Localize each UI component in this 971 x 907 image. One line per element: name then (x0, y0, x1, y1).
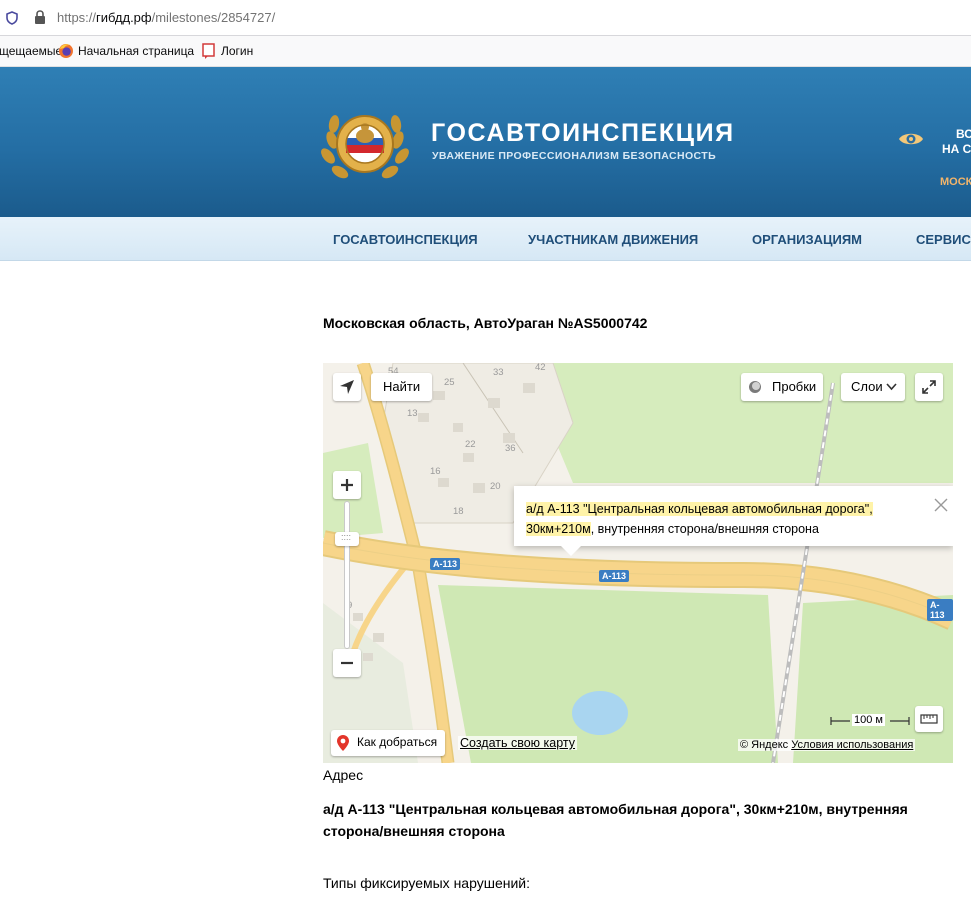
gibdd-emblem-logo[interactable] (318, 100, 412, 192)
create-map-link[interactable]: Создать свою карту (458, 736, 578, 750)
map-pin-icon (337, 735, 349, 751)
balloon-highlight-line1: а/д А-113 "Центральная кольцевая автомоб… (526, 502, 873, 516)
address-value: а/д А-113 "Центральная кольцевая автомоб… (323, 801, 908, 839)
firefox-icon (59, 44, 73, 58)
zoom-track[interactable] (344, 501, 350, 649)
layers-button[interactable]: Слои (841, 373, 905, 401)
balloon-rest-text: , внутренняя сторона/внешняя сторона (590, 522, 819, 536)
house-number: 42 (535, 363, 546, 373)
bookmarks-toolbar: щещаемые Начальная страница Логин (0, 36, 971, 67)
geolocation-button[interactable] (333, 373, 361, 401)
vision-version-label-1[interactable]: ВС (956, 127, 971, 141)
route-button[interactable]: Как добраться (331, 730, 445, 756)
vision-version-label-2[interactable]: НА С (942, 142, 971, 156)
address-label: Адрес (323, 767, 364, 783)
traffic-light-icon (749, 381, 761, 393)
house-number: 33 (493, 367, 504, 378)
violation-types-label: Типы фиксируемых нарушений: (323, 875, 530, 891)
copyright-text: © Яндекс (740, 739, 789, 751)
balloon-text: а/д А-113 "Центральная кольцевая автомоб… (526, 499, 906, 539)
ruler-icon (920, 714, 938, 724)
find-button-label: Найти (383, 379, 421, 394)
brand-subtitle: УВАЖЕНИЕ ПРОФЕССИОНАЛИЗМ БЕЗОПАСНОСТЬ (432, 150, 717, 162)
road-number-badge: A-113 (430, 558, 461, 570)
location-arrow-icon (340, 380, 354, 394)
zoom-out-button[interactable] (333, 649, 361, 677)
ruler-button[interactable] (915, 706, 943, 732)
eye-icon[interactable] (898, 131, 924, 147)
zoom-in-button[interactable] (333, 471, 361, 499)
browser-address-bar[interactable]: https://гибдд.рф/milestones/2854727/ (0, 0, 971, 36)
map-background (323, 363, 953, 763)
tracking-shield-icon[interactable] (6, 11, 18, 25)
map-balloon: а/д А-113 "Центральная кольцевая автомоб… (514, 486, 953, 546)
house-number: 20 (490, 481, 501, 492)
traffic-button-label: Пробки (772, 379, 817, 394)
house-number: 16 (430, 466, 441, 477)
balloon-tail (561, 546, 581, 556)
url-prefix: https:// (57, 10, 97, 25)
brand-title[interactable]: ГОСАВТОИНСПЕКЦИЯ (431, 119, 735, 148)
house-number: 25 (444, 377, 455, 388)
scale-line: 100 м (830, 713, 910, 729)
route-button-label: Как добраться (357, 735, 438, 749)
nav-traffic-participants[interactable]: УЧАСТНИКАМ ДВИЖЕНИЯ (528, 232, 698, 247)
nav-gosavtoinspekciya[interactable]: ГОСАВТОИНСПЕКЦИЯ (333, 232, 478, 247)
expand-icon (922, 380, 936, 394)
plus-icon (341, 479, 353, 491)
zoom-slider-handle[interactable]: :::: (335, 532, 359, 546)
road-number-badge: A-113 (927, 599, 953, 621)
bookmark-page-icon (202, 43, 215, 59)
url-host: гибдд.рф (96, 10, 152, 25)
nav-services[interactable]: СЕРВИСЫ (916, 232, 971, 247)
balloon-highlight-line2: 30км+210м (526, 522, 591, 536)
page-title: Московская область, АвтоУраган №AS500074… (323, 315, 648, 331)
house-number: 18 (453, 506, 464, 517)
house-number: 22 (465, 439, 476, 450)
site-header: ГОСАВТОИНСПЕКЦИЯ УВАЖЕНИЕ ПРОФЕССИОНАЛИЗ… (0, 67, 971, 217)
lock-icon[interactable] (34, 10, 46, 25)
fullscreen-button[interactable] (915, 373, 943, 401)
road-number-badge: A-113 (599, 570, 630, 582)
url-text[interactable]: https://гибдд.рф/milestones/2854727/ (57, 10, 275, 25)
grip-icon: :::: (341, 532, 352, 542)
terms-link[interactable]: Условия использования (791, 739, 913, 751)
url-path: /milestones/2854727/ (151, 10, 276, 25)
main-nav: ГОСАВТОИНСПЕКЦИЯ УЧАСТНИКАМ ДВИЖЕНИЯ ОРГ… (0, 217, 971, 261)
scale-label: 100 м (852, 714, 885, 726)
nav-organizations[interactable]: ОРГАНИЗАЦИЯМ (752, 232, 862, 247)
chevron-down-icon (886, 383, 897, 391)
bookmark-login[interactable]: Логин (221, 44, 253, 58)
traffic-button[interactable]: Пробки (741, 373, 823, 401)
map-attribution: © Яндекс Условия использования (738, 739, 916, 751)
find-button[interactable]: Найти (371, 373, 432, 401)
region-selector[interactable]: МОСК (940, 176, 971, 188)
yandex-map[interactable]: 54 25 33 42 13 22 36 16 20 18 9 A-113 A-… (323, 363, 953, 763)
house-number: 36 (505, 443, 516, 454)
bookmark-start-page[interactable]: Начальная страница (78, 44, 194, 58)
layers-button-label: Слои (851, 379, 883, 394)
bookmark-most-visited[interactable]: щещаемые (0, 44, 62, 58)
house-number: 13 (407, 408, 418, 419)
minus-icon (341, 661, 353, 665)
close-icon[interactable] (934, 498, 948, 512)
